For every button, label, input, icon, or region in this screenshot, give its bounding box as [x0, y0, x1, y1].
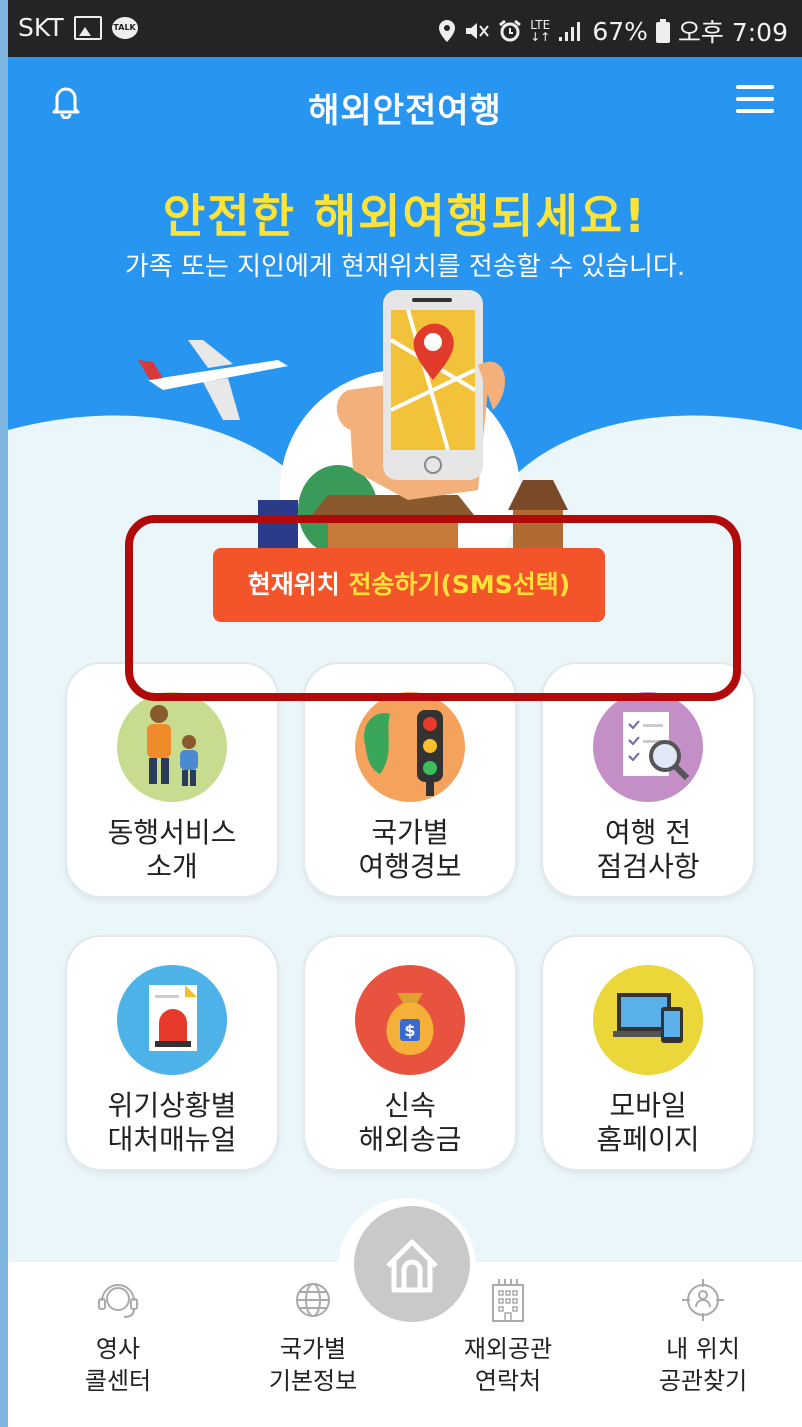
nav-label-line2: 연락처: [474, 1367, 542, 1395]
nav-label-line1: 영사: [95, 1335, 141, 1363]
tile-label-line1: 위기상황별: [107, 1089, 237, 1122]
location-icon: [439, 20, 456, 42]
hero-title: 안전한 해외여행되세요!: [162, 189, 648, 243]
nav-label-line1: 재외공관: [463, 1335, 553, 1363]
nav-consular-call-center[interactable]: 영사콜센터: [23, 1275, 213, 1397]
battery-icon: [655, 19, 670, 43]
tile-mobile-homepage[interactable]: 모바일 홈페이지: [541, 935, 755, 1171]
nav-country-info[interactable]: 국가별기본정보: [218, 1275, 408, 1397]
nav-overseas-missions[interactable]: 재외공관연락처: [413, 1275, 603, 1397]
tile-label-line2: 대처매뉴얼: [107, 1123, 237, 1156]
nav-label-line2: 기본정보: [268, 1367, 358, 1395]
tile-label-line1: 여행 전: [604, 816, 692, 849]
clock-label: 오후 7:09: [677, 18, 788, 47]
tile-label-line2: 점검사항: [596, 850, 700, 883]
battery-label: 67%: [592, 16, 648, 46]
nav-label-line2: 콜센터: [84, 1367, 152, 1395]
highlight-frame: [125, 515, 741, 701]
image-icon: [73, 15, 102, 40]
siren-document-icon: [149, 985, 197, 1051]
signal-icon: [559, 22, 581, 41]
mute-icon: [466, 23, 489, 39]
hero-subtitle: 가족 또는 지인에게 현재위치를 전송할 수 있습니다.: [124, 252, 686, 282]
tile-quick-remittance[interactable]: $ 신속 해외송금: [303, 935, 517, 1171]
nav-label-line2: 공관찾기: [658, 1367, 748, 1395]
money-bag-icon: $: [386, 993, 434, 1055]
tile-label-line2: 소개: [146, 850, 198, 883]
devices-icon: [613, 993, 683, 1043]
tile-crisis-manual[interactable]: 위기상황별 대처매뉴얼: [65, 935, 279, 1171]
app-title: 해외안전여행: [308, 91, 502, 131]
globe-icon: [296, 1283, 330, 1317]
airplane-icon: [138, 340, 288, 420]
tile-label-line1: 국가별: [371, 816, 449, 849]
kakaotalk-icon: TALK: [111, 16, 138, 39]
nav-find-nearby-mission[interactable]: 내 위치공관찾기: [608, 1275, 798, 1397]
menu-icon[interactable]: [736, 85, 774, 115]
tile-label-line2: 여행경보: [358, 850, 462, 883]
carrier-label: SKT: [18, 13, 64, 42]
nav-label-line1: 국가별: [279, 1335, 347, 1363]
app-screen: SKT TALK LTE ↓↑ 67% 오후 7:09 해외안전여행 안전한 해외…: [8, 0, 802, 1427]
tile-label-line2: 해외송금: [358, 1123, 462, 1156]
alarm-icon: [499, 19, 522, 42]
lte-icon: LTE ↓↑: [530, 18, 551, 44]
tile-label-line1: 동행서비스: [107, 816, 237, 849]
svg-text:$: $: [404, 1021, 415, 1040]
my-location-icon: [682, 1279, 724, 1321]
tile-label-line1: 신속: [384, 1089, 436, 1122]
app-header: 해외안전여행: [8, 57, 802, 147]
building-icon: [492, 1279, 524, 1322]
tile-label-line1: 모바일: [609, 1089, 687, 1122]
nav-label-line1: 내 위치: [666, 1335, 740, 1363]
tile-label-line2: 홈페이지: [596, 1123, 700, 1156]
status-bar: SKT TALK LTE ↓↑ 67% 오후 7:09: [8, 0, 802, 57]
headset-icon: [98, 1284, 138, 1318]
